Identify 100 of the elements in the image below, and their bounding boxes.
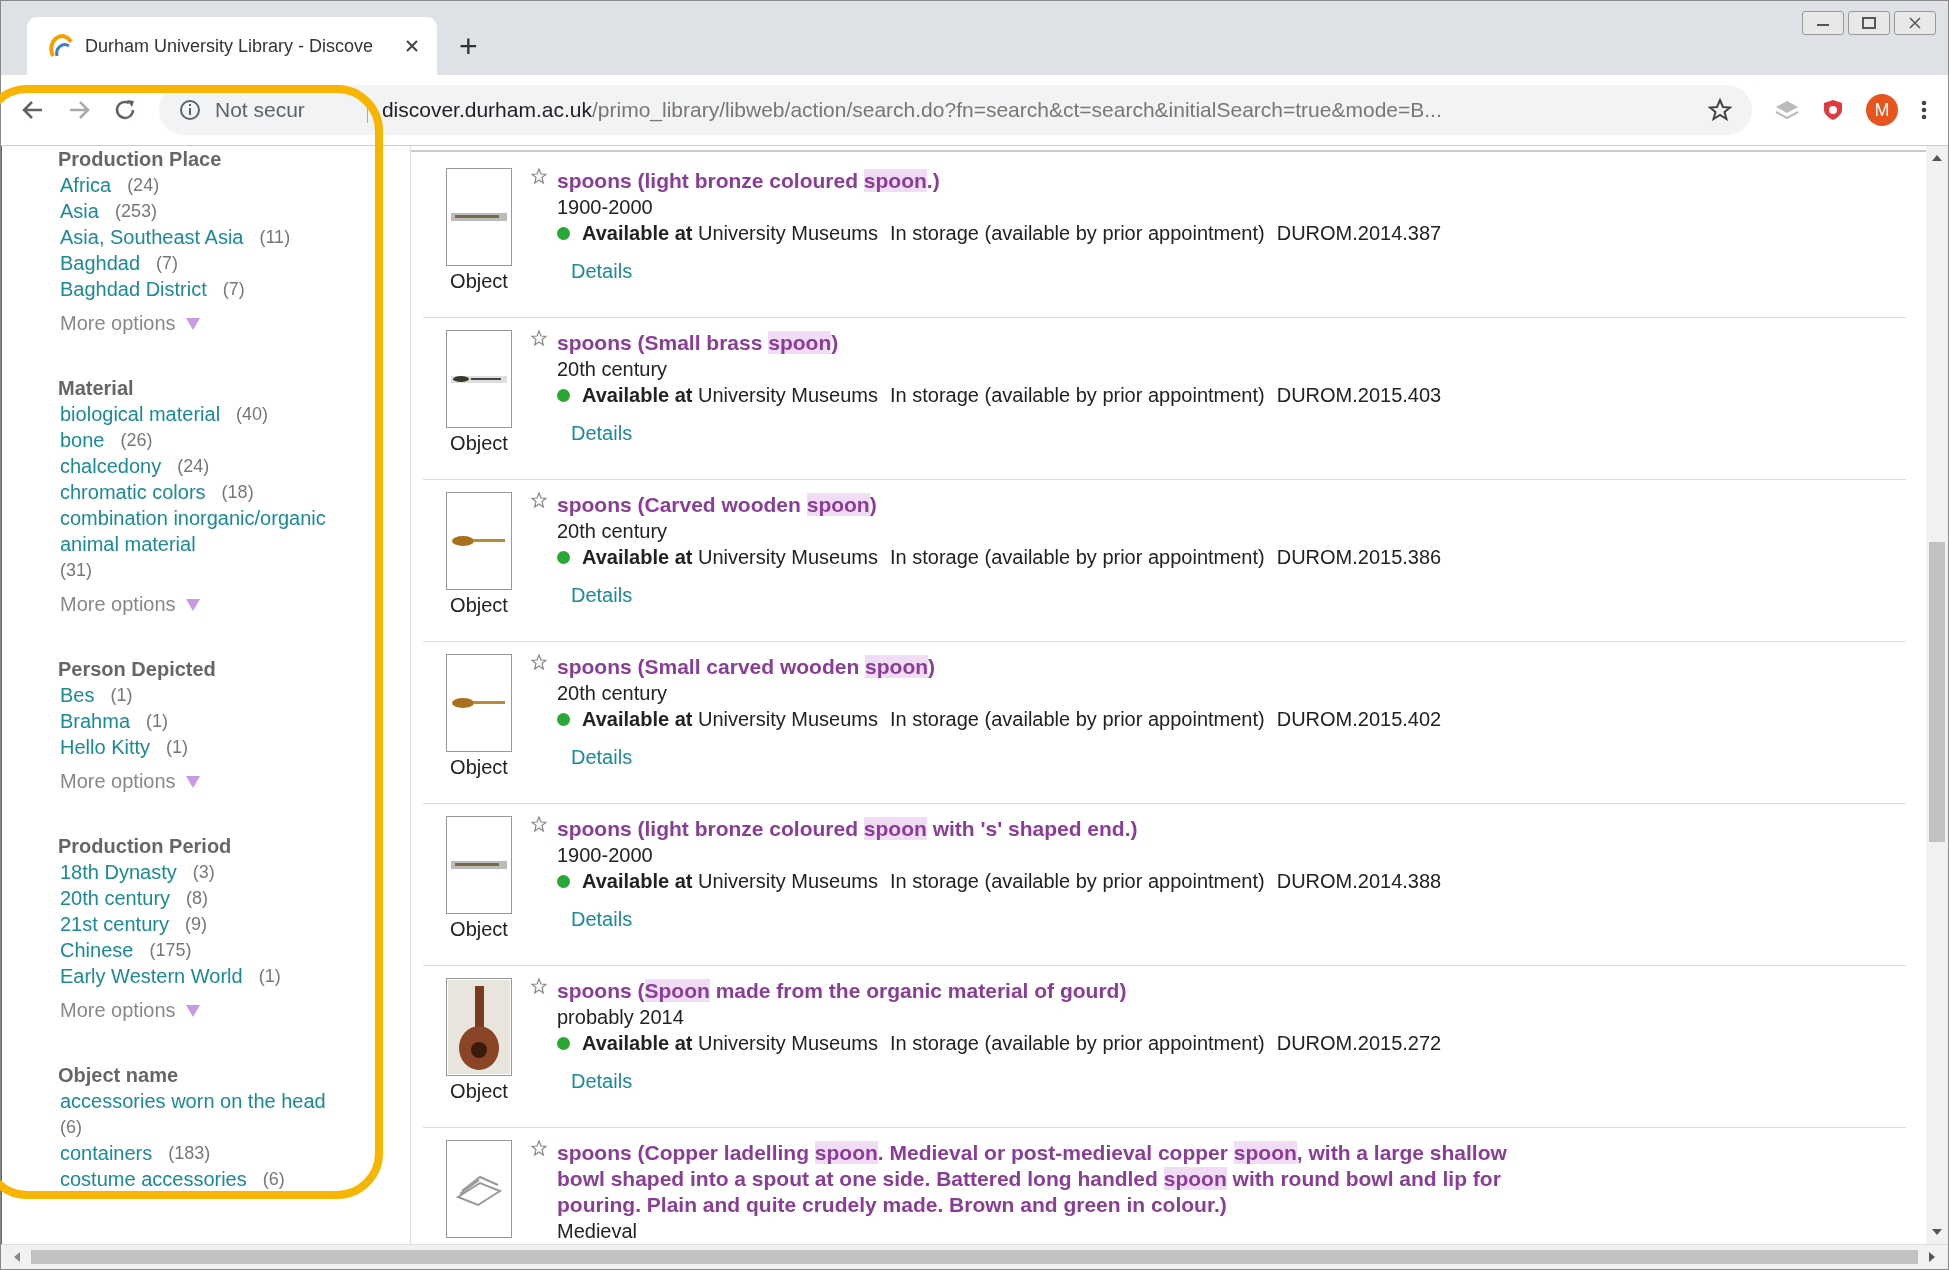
result-title-link[interactable]: spoons (Small carved wooden spoon) xyxy=(557,654,936,680)
scrollbar-thumb[interactable] xyxy=(1929,542,1945,842)
star-icon[interactable] xyxy=(531,168,547,184)
reload-icon[interactable] xyxy=(113,98,137,122)
details-link[interactable]: Details xyxy=(571,260,633,283)
facet-option-link[interactable]: Early Western World xyxy=(60,963,243,989)
shelf-text: In storage (available by prior appointment) xyxy=(890,383,1265,408)
more-options-link[interactable]: More options xyxy=(58,999,200,1022)
facet-option-link[interactable]: Brahma xyxy=(60,708,131,734)
item-id: DUROM.2015.403 xyxy=(1276,383,1442,408)
menu-icon[interactable] xyxy=(1920,99,1928,121)
tab-title: Durham University Library - Discove xyxy=(85,35,375,57)
shelf-text: In storage (available by prior appointment) xyxy=(890,221,1265,246)
maximize-button[interactable] xyxy=(1848,11,1890,35)
more-options-link[interactable]: More options xyxy=(58,770,200,793)
facet-option-link[interactable]: accessories worn on the head xyxy=(60,1088,326,1114)
thumbnail-frame[interactable] xyxy=(446,330,512,428)
facet-option-link[interactable]: containers xyxy=(60,1140,153,1166)
star-icon[interactable] xyxy=(1708,98,1732,122)
facet-count: (6) xyxy=(262,1168,285,1191)
status-dot xyxy=(557,712,570,726)
facet-option-link[interactable]: Africa xyxy=(60,172,112,198)
star-icon[interactable] xyxy=(531,816,547,832)
thumbnail-frame[interactable] xyxy=(446,816,512,914)
star-icon[interactable] xyxy=(531,1140,547,1156)
facet-option-link[interactable]: Hello Kitty xyxy=(60,734,151,760)
facet-option-link[interactable]: Bes xyxy=(60,682,95,708)
info-icon[interactable] xyxy=(179,99,201,121)
item-id: DUROM.2015.402 xyxy=(1276,707,1442,732)
facet-option-link[interactable]: bone xyxy=(60,427,105,453)
details-link[interactable]: Details xyxy=(571,422,633,445)
result-date: 1900-2000 xyxy=(556,843,654,868)
thumbnail-frame[interactable] xyxy=(446,168,512,266)
facet-option-link[interactable]: costume accessories xyxy=(60,1166,247,1192)
result-title-link[interactable]: spoons (light bronze coloured spoon.) xyxy=(557,168,940,194)
shelf-text: In storage (available by prior appointment) xyxy=(890,545,1265,570)
result-date: 20th century xyxy=(556,681,669,706)
availability-text: Available at University Museums xyxy=(582,545,879,570)
facet-option-link[interactable]: chalcedony xyxy=(60,453,162,479)
type-label: Object xyxy=(450,1080,508,1103)
details-link[interactable]: Details xyxy=(571,584,633,607)
facet-option-link[interactable]: Asia, Southeast Asia xyxy=(60,224,244,250)
result-title-link[interactable]: spoons (light bronze coloured spoon with 's' shaped end.) xyxy=(557,816,1138,842)
spoon-image xyxy=(451,695,507,711)
facet-count: (9) xyxy=(184,913,207,936)
result-title-link[interactable]: spoons (Carved wooden spoon) xyxy=(557,492,877,518)
spoon-image xyxy=(451,210,507,224)
status-dot xyxy=(557,388,570,402)
close-icon[interactable] xyxy=(405,39,419,53)
profile-avatar[interactable]: M xyxy=(1866,94,1898,126)
result-title-link[interactable]: spoons (Copper ladelling spoon. Medieval or post-medieval copper spoon, with a large shallow bowl shaped into a spout at one side. Battered long handled spoon with round bowl and lip for pouring. Plain and quite crudely made. Brown and green in colour.) xyxy=(557,1140,1557,1218)
details-link[interactable]: Details xyxy=(571,908,633,931)
facet-count: (7) xyxy=(156,252,179,275)
facet-option-link[interactable]: biological material xyxy=(60,401,221,427)
facet-option-link[interactable]: 18th Dynasty xyxy=(60,859,177,885)
scrollbar-thumb[interactable] xyxy=(31,1250,1918,1264)
facet-count: (6) xyxy=(60,1116,82,1139)
thumbnail-frame[interactable] xyxy=(446,654,512,752)
facet-count: (1) xyxy=(258,965,281,988)
facet-option-link[interactable]: Baghdad xyxy=(60,250,141,276)
facet-heading: Production Place xyxy=(58,147,223,172)
item-id: DUROM.2014.387 xyxy=(1276,221,1442,246)
browser-tab[interactable]: Durham University Library - Discove xyxy=(27,17,437,75)
horizontal-scrollbar[interactable] xyxy=(1,1244,1948,1269)
type-label: Object xyxy=(450,594,508,617)
status-dot xyxy=(557,226,570,240)
star-icon[interactable] xyxy=(531,492,547,508)
star-icon[interactable] xyxy=(531,330,547,346)
availability-text: Available at University Museums xyxy=(582,383,879,408)
thumbnail-frame[interactable] xyxy=(446,1140,512,1238)
shield-icon[interactable] xyxy=(1822,98,1844,122)
facet-count: (3) xyxy=(192,861,215,884)
facet-option-link[interactable]: 20th century xyxy=(60,885,171,911)
details-link[interactable]: Details xyxy=(571,1070,633,1093)
facet-option-link[interactable]: combination inorganic/organic animal material xyxy=(60,505,360,557)
facet-option-link[interactable]: 21st century xyxy=(60,911,169,937)
facet-option-link[interactable]: Baghdad District xyxy=(60,276,207,302)
status-dot xyxy=(557,874,570,888)
result-title-link[interactable]: spoons (Spoon made from the organic material of gourd) xyxy=(557,978,1127,1004)
facet-count: (31) xyxy=(60,559,92,582)
close-button[interactable] xyxy=(1894,11,1936,35)
new-tab-button[interactable]: + xyxy=(453,28,484,65)
facet-option-link[interactable]: Asia xyxy=(60,198,99,224)
facet-option-link[interactable]: Chinese xyxy=(60,937,134,963)
facet-count: (8) xyxy=(186,887,209,910)
more-options-link[interactable]: More options xyxy=(58,593,200,616)
facet-count: (18) xyxy=(221,481,254,504)
minimize-button[interactable] xyxy=(1802,11,1844,35)
thumbnail-frame[interactable] xyxy=(446,492,512,590)
result-title-link[interactable]: spoons (Small brass spoon) xyxy=(557,330,839,356)
facet-count: (175) xyxy=(149,939,192,962)
details-link[interactable]: Details xyxy=(571,746,633,769)
facet-heading: Person Depicted xyxy=(58,657,217,682)
shelf-text: In storage (available by prior appointment) xyxy=(890,869,1265,894)
star-icon[interactable] xyxy=(531,978,547,994)
more-options-link[interactable]: More options xyxy=(58,312,200,335)
star-icon[interactable] xyxy=(531,654,547,670)
facet-option-link[interactable]: chromatic colors xyxy=(60,479,206,505)
address-bar[interactable]: Not secur discover.durham.ac.uk/primo_library/libweb/action/search.do?fn=search&ct=search&initialSearch=true&mode=B... xyxy=(159,85,1752,135)
vertical-scrollbar[interactable] xyxy=(1926,146,1948,1244)
